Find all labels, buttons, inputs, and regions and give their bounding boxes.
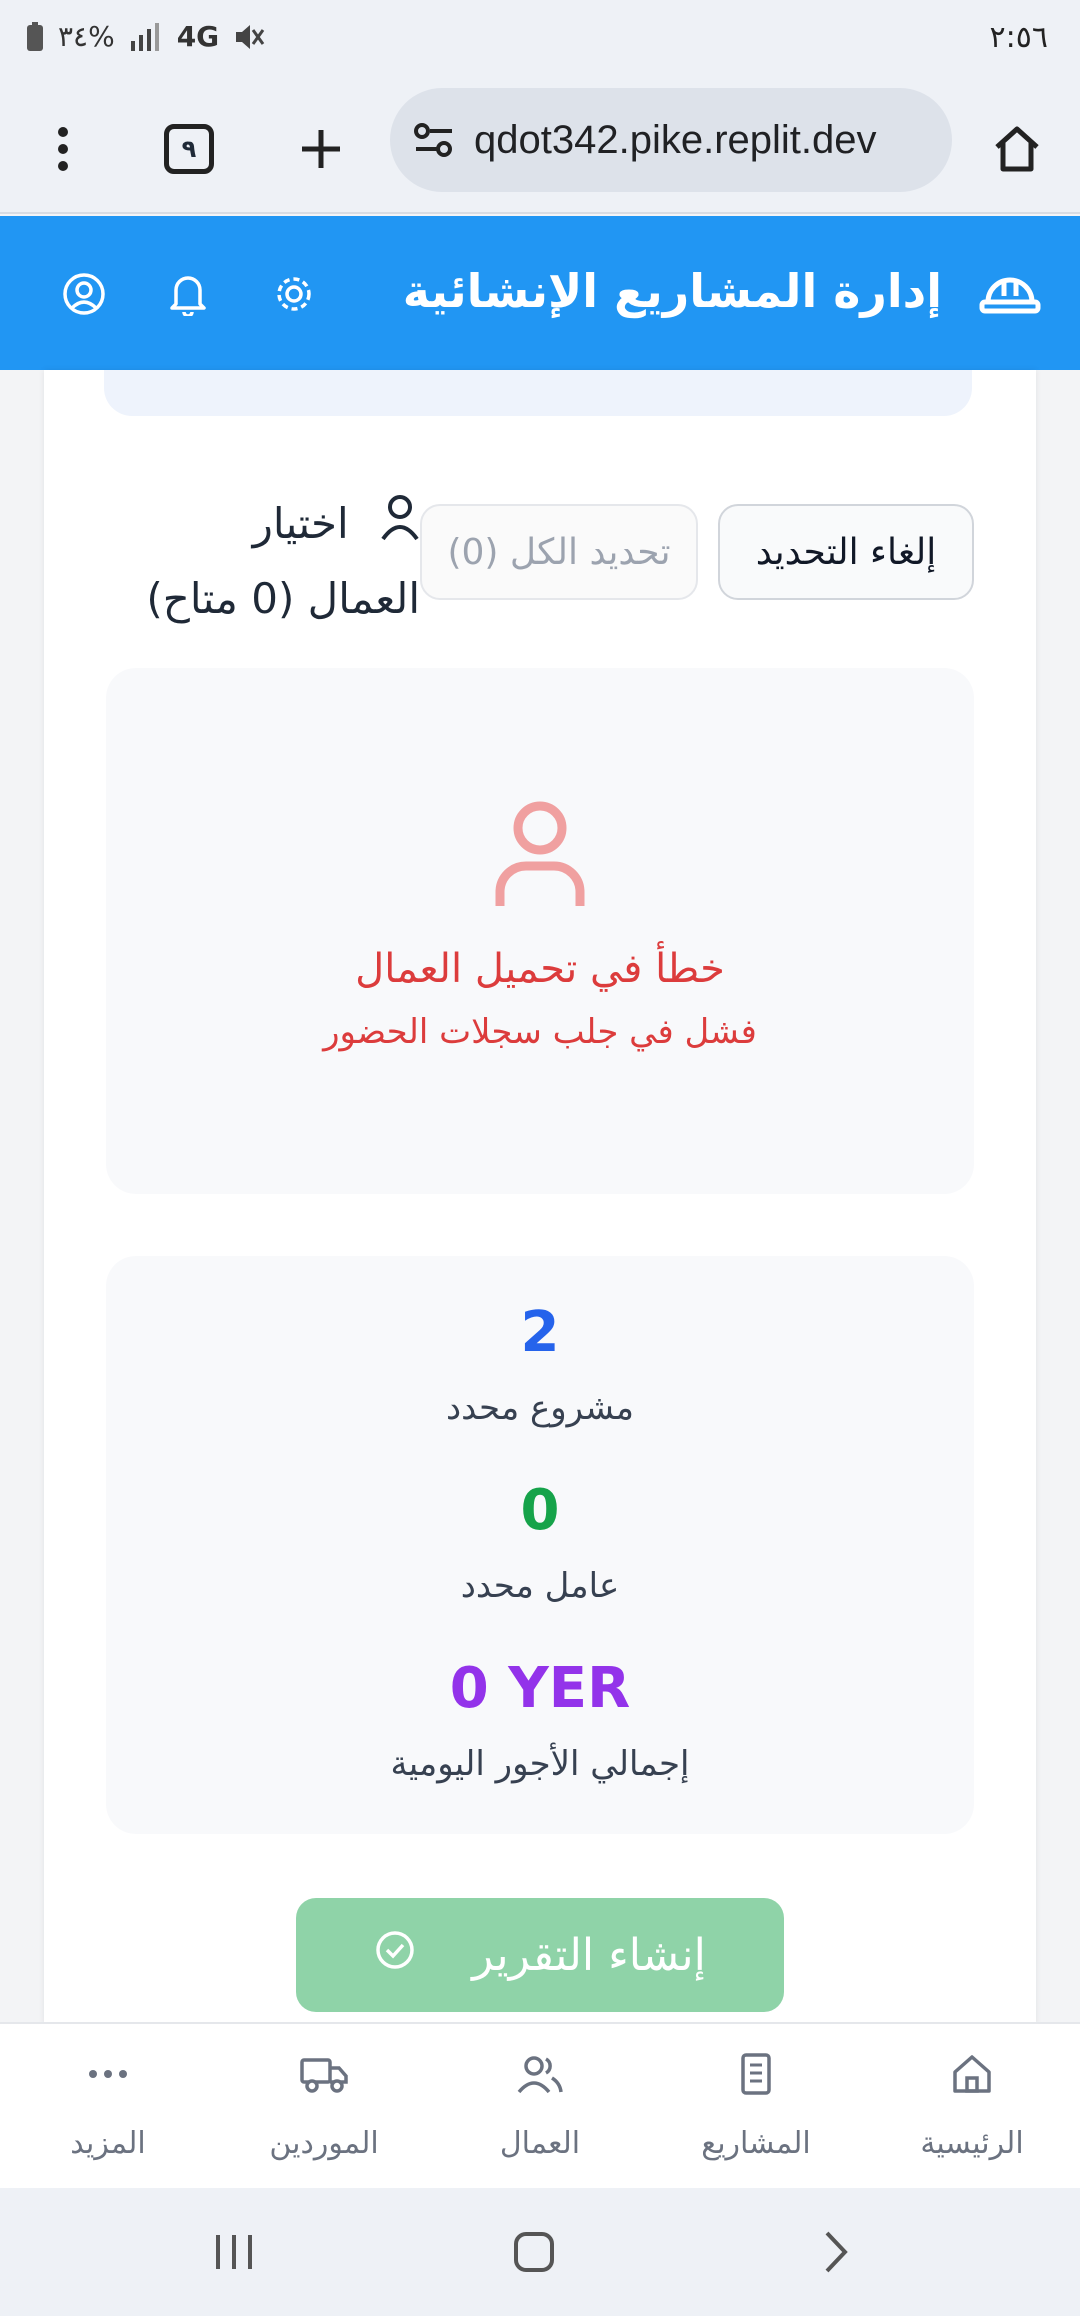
chevron-right-icon xyxy=(825,2231,848,2273)
hardhat-icon xyxy=(979,277,1041,314)
new-tab-button[interactable] xyxy=(286,114,356,184)
more-vert-icon xyxy=(58,127,68,171)
previous-section-bottom xyxy=(104,370,972,416)
system-navigation-bar xyxy=(0,2188,1080,2316)
browser-menu-button[interactable] xyxy=(28,114,98,184)
workers-title-line2: العمال (0 متاح) xyxy=(146,573,420,623)
browser-home-button[interactable] xyxy=(982,114,1052,184)
nav-home-label: الرئيسية xyxy=(920,2126,1024,2161)
profile-button[interactable] xyxy=(54,264,114,324)
clock: ٢:٥٦ xyxy=(989,20,1048,55)
plus-icon xyxy=(302,130,340,168)
nav-more[interactable]: المزيد xyxy=(8,2044,208,2174)
nav-workers[interactable]: العمال xyxy=(440,2044,640,2174)
notifications-button[interactable] xyxy=(158,264,218,324)
bell-icon xyxy=(170,276,206,316)
recents-icon xyxy=(216,2235,252,2269)
signal-icon xyxy=(130,22,159,51)
generate-report-label: إنشاء التقرير xyxy=(472,1929,706,1981)
total-wages: 0 YER xyxy=(449,1656,631,1721)
nav-more-label: المزيد xyxy=(70,2126,146,2161)
url-text[interactable]: qdot342.pike.replit.dev xyxy=(474,118,934,163)
gear-icon xyxy=(277,277,311,311)
home-icon xyxy=(953,2055,991,2093)
app-title: إدارة المشاريع الإنشائية xyxy=(402,264,942,318)
more-icon xyxy=(89,2070,127,2078)
bottom-navigation: الرئيسية المشاريع العمال الموردين المزيد xyxy=(0,2022,1080,2188)
nav-projects-label: المشاريع xyxy=(701,2126,811,2161)
truck-icon xyxy=(300,2058,348,2093)
nav-projects[interactable]: المشاريع xyxy=(656,2044,856,2174)
workers-error-panel: خطأ في تحميل العمال فشل في جلب سجلات الح… xyxy=(106,668,974,1194)
projects-count: 2 xyxy=(520,1300,560,1365)
tab-count: ٩ xyxy=(164,124,214,174)
select-all-button[interactable]: تحديد الكل (0) xyxy=(420,504,698,600)
projects-count-label: مشروع محدد xyxy=(446,1388,634,1428)
address-bar[interactable]: qdot342.pike.replit.dev xyxy=(390,88,952,192)
workers-count: 0 xyxy=(520,1478,560,1543)
nav-workers-label: العمال xyxy=(499,2126,581,2161)
nav-suppliers[interactable]: الموردين xyxy=(224,2044,424,2174)
error-title: خطأ في تحميل العمال xyxy=(355,946,725,992)
building-icon xyxy=(741,2053,771,2095)
tab-switcher-button[interactable]: ٩ xyxy=(154,114,224,184)
recent-apps-button[interactable] xyxy=(194,2222,274,2282)
battery-icon xyxy=(27,21,43,51)
app-header: إدارة المشاريع الإنشائية xyxy=(0,216,1080,370)
settings-button[interactable] xyxy=(264,264,324,324)
nav-home[interactable]: الرئيسية xyxy=(872,2044,1072,2174)
home-icon xyxy=(995,126,1039,172)
user-error-icon xyxy=(492,800,588,914)
users-icon xyxy=(517,2056,563,2094)
workers-count-label: عامل محدد xyxy=(460,1566,620,1606)
browser-toolbar: ٩ qdot342.pike.replit.dev xyxy=(0,84,1080,214)
site-settings-icon[interactable] xyxy=(412,122,456,158)
selection-summary: 2 مشروع محدد 0 عامل محدد 0 YER إجمالي ال… xyxy=(106,1256,974,1834)
status-indicators: ٣٤% 4G xyxy=(26,20,265,53)
clear-selection-button[interactable]: إلغاء التحديد xyxy=(718,504,974,600)
nav-suppliers-label: الموردين xyxy=(269,2126,379,2161)
check-circle-icon xyxy=(374,1929,416,1982)
square-home-icon xyxy=(514,2232,554,2272)
system-home-button[interactable] xyxy=(494,2222,574,2282)
status-bar: ٣٤% 4G ٢:٥٦ xyxy=(0,0,1080,84)
user-circle-icon xyxy=(63,273,105,315)
battery-percent: ٣٤% xyxy=(58,20,115,53)
total-wages-label: إجمالي الأجور اليومية xyxy=(390,1744,690,1784)
generate-report-button[interactable]: إنشاء التقرير xyxy=(296,1898,784,2012)
hardhat-logo xyxy=(974,260,1046,320)
mute-icon xyxy=(236,24,265,49)
error-message: فشل في جلب سجلات الحضور xyxy=(323,1012,757,1052)
workers-section-title: اختيار العمال (0 متاح) xyxy=(100,488,420,635)
back-button[interactable] xyxy=(796,2222,876,2282)
workers-title-line1: اختيار xyxy=(252,499,349,548)
user-icon xyxy=(380,491,420,563)
network-type: 4G xyxy=(176,20,220,53)
